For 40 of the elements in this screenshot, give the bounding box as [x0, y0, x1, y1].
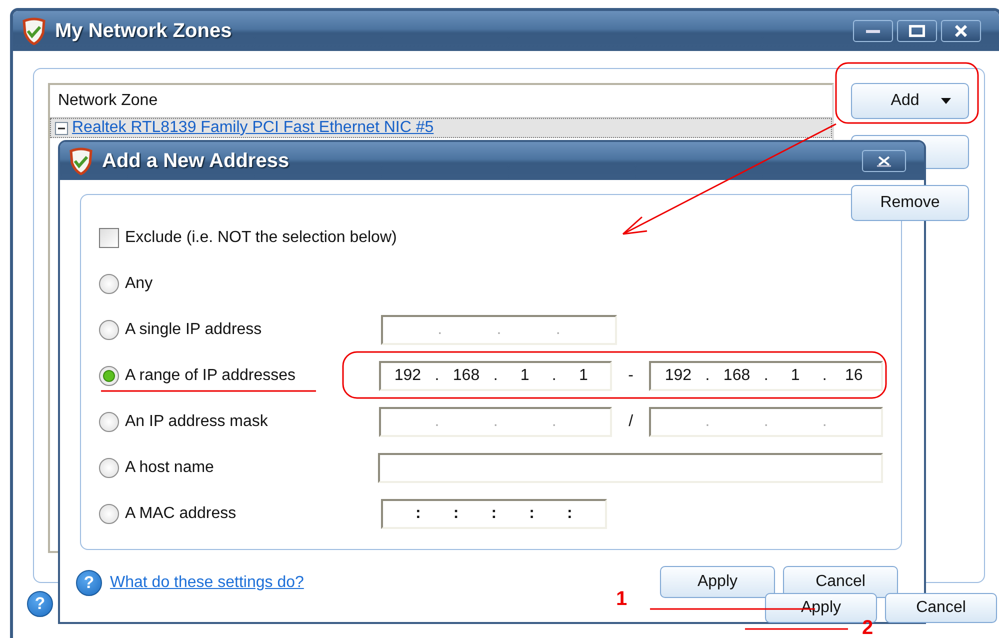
help-link[interactable]: What do these settings do?: [110, 571, 304, 595]
remove-button[interactable]: Remove: [851, 185, 969, 221]
collapse-toggle[interactable]: [55, 122, 68, 134]
close-button[interactable]: [941, 20, 981, 42]
host-name-field[interactable]: [378, 453, 883, 483]
radio-button[interactable]: [99, 274, 119, 294]
option-label: A host name: [124, 458, 215, 478]
minimize-icon: [866, 30, 880, 32]
radio-button[interactable]: [99, 504, 119, 524]
dash-separator: -: [627, 366, 634, 386]
radio-button[interactable]: [99, 366, 119, 386]
close-icon: [874, 154, 894, 168]
close-button[interactable]: [862, 150, 906, 172]
ip-address-field[interactable]: 192 . 168 . 1 . 16: [649, 361, 883, 391]
shield-icon: [68, 147, 94, 175]
radio-button[interactable]: [99, 320, 119, 340]
apply-button[interactable]: Apply: [660, 566, 775, 598]
shield-icon: [21, 17, 47, 45]
ip-address-field[interactable]: 192 . 168 . 1 . 1: [378, 361, 612, 391]
option-label: Any: [124, 274, 154, 294]
caret-icon: [941, 98, 952, 104]
minimize-button[interactable]: [853, 20, 893, 42]
slash-separator: /: [628, 412, 634, 432]
checkbox-label: Exclude (i.e. NOT the selection below): [124, 228, 397, 248]
close-icon: [955, 25, 967, 37]
radio-button[interactable]: [99, 412, 119, 432]
maximize-icon: [909, 25, 925, 37]
mac-address-field[interactable]: : : : : :: [381, 499, 607, 529]
window-title: My Network Zones: [55, 19, 232, 44]
radio-button[interactable]: [99, 458, 119, 478]
cancel-button[interactable]: Cancel: [885, 593, 997, 623]
annotation-number: 1: [616, 587, 628, 612]
maximize-button[interactable]: [897, 20, 937, 42]
option-label: A MAC address: [124, 504, 238, 524]
option-label: A single IP address: [124, 320, 263, 340]
option-label: An IP address mask: [124, 412, 269, 432]
checkbox[interactable]: [99, 228, 119, 248]
option-label: A range of IP addresses: [124, 366, 296, 386]
dialog-title: Add a New Address: [102, 149, 290, 174]
add-dropdown-button[interactable]: Add: [851, 83, 969, 119]
